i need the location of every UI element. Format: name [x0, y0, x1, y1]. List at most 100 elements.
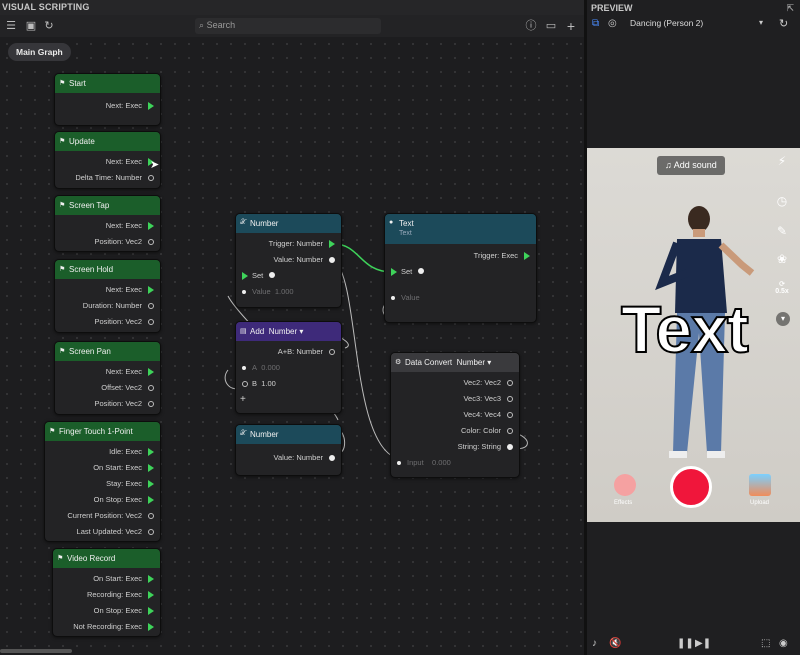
effects-label: Effects	[614, 500, 633, 506]
type-dropdown[interactable]: Number	[269, 327, 297, 336]
pin-on-stop[interactable]: On Stop: Exec	[53, 603, 160, 619]
pin-set[interactable]: Set	[385, 264, 536, 280]
pin-on-start[interactable]: On Start: Exec	[45, 460, 160, 476]
pin-color[interactable]: Color: Color	[391, 423, 519, 439]
pin-recording[interactable]: Recording: Exec	[53, 587, 160, 603]
person-select[interactable]: Dancing (Person 2)	[630, 18, 703, 28]
pin-position[interactable]: Position: Vec2	[55, 314, 160, 330]
node-title: Add	[250, 327, 265, 336]
refresh-icon[interactable]: ↻	[779, 17, 788, 30]
pin-on-stop[interactable]: On Stop: Exec	[45, 492, 160, 508]
pin-on-start[interactable]: On Start: Exec	[53, 571, 160, 587]
tiktok-icon[interactable]: ♪	[592, 638, 597, 649]
node-title: Video Record	[67, 554, 116, 563]
upload-label: Upload	[750, 500, 770, 506]
pin-position[interactable]: Position: Vec2	[55, 234, 160, 250]
node-start[interactable]: ⚑ Start Next: Exec	[54, 73, 161, 126]
pin-next-exec[interactable]: Next: Exec	[55, 282, 160, 298]
filters-icon[interactable]: ❀	[774, 252, 790, 268]
flag-icon: ⚑	[59, 138, 66, 145]
pin-set[interactable]: Set	[236, 268, 341, 284]
pin-offset[interactable]: Offset: Vec2	[55, 380, 160, 396]
pin-value-in[interactable]: Value	[385, 290, 536, 306]
pin-delta-time[interactable]: Delta Time: Number	[55, 170, 160, 186]
node-screen-tap[interactable]: ⚑ Screen Tap Next: Exec Position: Vec2	[54, 195, 161, 252]
cursor-icon: ➤	[150, 159, 160, 171]
timer-icon[interactable]: ◷	[774, 194, 790, 210]
pause-icon[interactable]: ❚❚	[677, 638, 694, 649]
flash-icon[interactable]: ⚡	[774, 154, 790, 170]
pin-value-out[interactable]: Value: Number	[236, 450, 341, 466]
pin-value-in[interactable]: Value 1.000	[236, 284, 341, 300]
pin-next-exec[interactable]: Next: Exec	[55, 154, 160, 170]
add-sound-button[interactable]: ♫ Add sound	[657, 156, 725, 175]
node-title: Finger Touch 1-Point	[59, 427, 133, 436]
popout-icon[interactable]: ⇱	[786, 3, 794, 14]
pin-string[interactable]: String: String	[391, 439, 519, 455]
pin-next-exec[interactable]: Next: Exec	[55, 98, 160, 114]
node-video-record[interactable]: ⚑ Video Record On Start: Exec Recording: …	[52, 548, 161, 637]
pin-next-exec[interactable]: Next: Exec	[55, 364, 160, 380]
pin-stay[interactable]: Stay: Exec	[45, 476, 160, 492]
pin-position[interactable]: Position: Vec2	[55, 396, 160, 412]
effects-icon[interactable]	[614, 474, 636, 496]
horizontal-scrollbar[interactable]	[0, 649, 72, 653]
node-number-set[interactable]: 𝒳 Number Trigger: Number Value: Number Se…	[235, 213, 342, 308]
node-title: Data Convert	[405, 358, 453, 367]
step-forward-icon[interactable]: ▶❚	[695, 638, 711, 649]
pin-b[interactable]: B 1.00	[236, 376, 341, 392]
chevron-down-icon[interactable]: ▾	[776, 312, 790, 326]
pin-vec4[interactable]: Vec4: Vec4	[391, 407, 519, 423]
pin-vec3[interactable]: Vec3: Vec3	[391, 391, 519, 407]
upload-icon[interactable]	[749, 474, 771, 496]
speed-button[interactable]: ⟳ 0.5x	[774, 280, 790, 296]
preview-bottom-bar: ♪ 🔇 ❚❚ ▶❚ ⬚ ◉	[587, 636, 800, 655]
node-title: Number	[250, 219, 279, 228]
add-pin-button[interactable]: +	[236, 392, 341, 408]
node-finger-touch[interactable]: ⚑ Finger Touch 1-Point Idle: Exec On Star…	[44, 421, 161, 542]
beauty-icon[interactable]: ✎	[774, 224, 790, 240]
flag-icon: ⚑	[59, 202, 66, 209]
music-icon: ♫	[665, 160, 672, 170]
node-title: Screen Pan	[69, 347, 111, 356]
pin-next-exec[interactable]: Next: Exec	[55, 218, 160, 234]
type-dropdown[interactable]: Number	[457, 358, 485, 367]
record-icon[interactable]: ◉	[779, 638, 788, 649]
pin-duration[interactable]: Duration: Number	[55, 298, 160, 314]
pin-input[interactable]: Input 0.000	[391, 455, 519, 471]
node-data-convert[interactable]: ⚙ Data Convert Number ▾ Vec2: Vec2 Vec3: …	[390, 352, 520, 478]
node-text-set[interactable]: ● Text Text Trigger: Exec Set Value	[384, 213, 537, 323]
record-button[interactable]	[670, 466, 712, 508]
pin-sum-out[interactable]: A+B: Number	[236, 344, 341, 360]
math-icon: ▤	[240, 328, 247, 335]
chevron-down-icon[interactable]: ▾	[759, 18, 763, 27]
node-subtitle: Text	[399, 230, 412, 237]
pin-trigger[interactable]: Trigger: Number	[236, 236, 341, 252]
pin-trigger[interactable]: Trigger: Exec	[385, 248, 536, 264]
node-screen-hold[interactable]: ⚑ Screen Hold Next: Exec Duration: Number…	[54, 259, 161, 333]
node-add[interactable]: ▤ Add Number ▾ A+B: Number A 0.000 B 1.00…	[235, 321, 342, 414]
pin-vec2[interactable]: Vec2: Vec2	[391, 375, 519, 391]
variable-icon: 𝒳	[240, 219, 247, 226]
flag-icon: ⚑	[57, 555, 64, 562]
node-title: Update	[69, 137, 95, 146]
text-icon: ●	[389, 219, 394, 226]
node-title: Start	[69, 79, 86, 88]
flag-icon: ⚑	[49, 428, 56, 435]
pin-current-position[interactable]: Current Position: Vec2	[45, 508, 160, 524]
visual-scripting-panel: VISUAL SCRIPTING ☰ ▣ ↻ ⓘ ▭ + ⌕ Search Ma…	[0, 0, 584, 655]
layers-icon[interactable]: ⧉	[592, 18, 599, 29]
pin-value-out[interactable]: Value: Number	[236, 252, 341, 268]
node-update[interactable]: ⚑ Update Next: Exec Delta Time: Number	[54, 131, 161, 189]
preview-video[interactable]: ♫ Add sound ⚡ ◷ ✎ ❀ ⟳ 0.5x ▾ Text Effects…	[587, 148, 800, 522]
pin-idle[interactable]: Idle: Exec	[45, 444, 160, 460]
camera-icon[interactable]: ◎	[608, 18, 617, 29]
node-screen-pan[interactable]: ⚑ Screen Pan Next: Exec Offset: Vec2 Posi…	[54, 341, 161, 415]
pin-last-updated[interactable]: Last Updated: Vec2	[45, 524, 160, 540]
pin-a[interactable]: A 0.000	[236, 360, 341, 376]
pin-not-recording[interactable]: Not Recording: Exec	[53, 619, 160, 635]
preview-panel: PREVIEW ⇱ ⧉ ◎ ▾ ↻ Dancing (Person 2) ♫ A…	[587, 0, 800, 655]
node-number-get[interactable]: 𝒳 Number Value: Number	[235, 424, 342, 476]
select-icon[interactable]: ⬚	[761, 638, 770, 649]
mute-icon[interactable]: 🔇	[609, 638, 621, 649]
